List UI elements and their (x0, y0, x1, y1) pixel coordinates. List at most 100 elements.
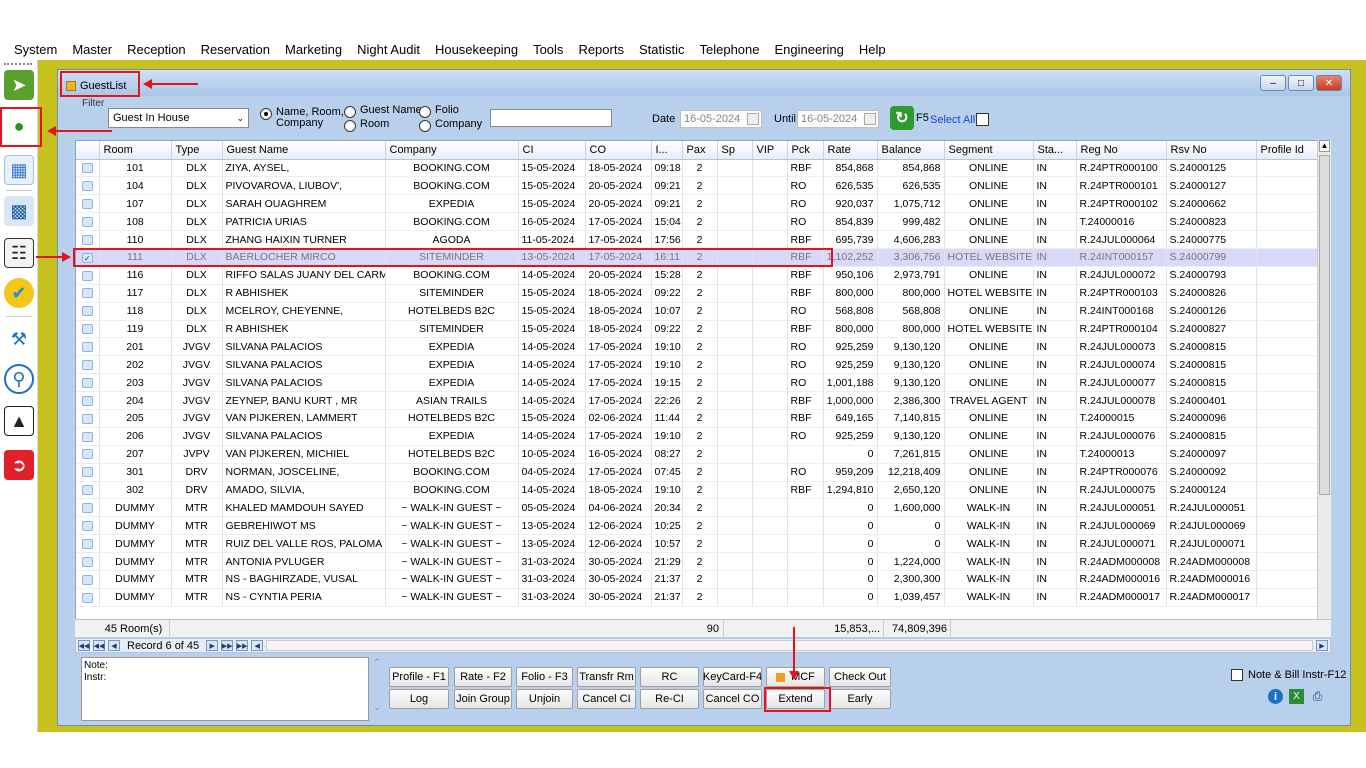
excel-export-icon[interactable]: X (1289, 689, 1304, 704)
row-select-cell[interactable] (76, 552, 100, 571)
menu-engineering[interactable]: Engineering (768, 42, 849, 57)
row-select-cell[interactable] (76, 463, 100, 482)
row-select-cell[interactable] (76, 320, 100, 339)
select-all-link[interactable]: Select All (930, 114, 975, 126)
table-row[interactable]: DUMMY MTR KHALED MAMDOUH SAYED ~ WALK-IN GU… (76, 498, 1330, 518)
date-until-field[interactable]: 16-05-2024 (797, 110, 879, 128)
row-checkbox-icon[interactable] (81, 216, 93, 227)
refresh-button[interactable]: ↻ (890, 106, 914, 130)
column-header[interactable]: Sp (717, 141, 753, 160)
table-row[interactable]: 203 JVGV SILVANA PALACIOS EXPEDIA 14-05-2024… (76, 373, 1330, 393)
row-checkbox-icon[interactable] (81, 503, 93, 514)
exit-icon[interactable]: ➲ (4, 450, 34, 480)
scroll-left-icon[interactable]: ◀ (251, 640, 264, 651)
select-all-checkbox[interactable] (976, 113, 989, 126)
row-select-cell[interactable] (76, 159, 100, 178)
row-checkbox-icon[interactable] (81, 377, 93, 388)
row-select-cell[interactable] (76, 302, 100, 321)
keycard-f4-button[interactable]: KeyCard-F4 (703, 667, 762, 687)
table-row[interactable]: 301 DRV NORMAN, JOSCELINE, BOOKING.COM 04-05… (76, 463, 1330, 482)
table-row[interactable]: 107 DLX SARAH OUAGHREM EXPEDIA 15-05-2024 20-… (76, 194, 1330, 214)
row-select-cell[interactable] (76, 391, 100, 410)
table-row[interactable]: 101 DLX ZIYA, AYSEL, BOOKING.COM 15-05-2024 1… (76, 159, 1330, 178)
table-row[interactable]: 205 JVGV VAN PIJKEREN, LAMMERT HOTELBEDS B2… (76, 409, 1330, 428)
row-select-cell[interactable] (76, 409, 100, 428)
row-select-cell[interactable] (76, 176, 100, 196)
vertical-scrollbar[interactable]: ▲ (1317, 140, 1331, 637)
column-header[interactable]: Rsv No (1166, 141, 1257, 160)
column-header[interactable]: Company (385, 141, 519, 160)
print-icon[interactable]: ⎙ (1310, 689, 1325, 704)
floor-plan-icon[interactable]: ▦ (4, 155, 34, 185)
table-row[interactable]: 119 DLX R ABHISHEK SITEMINDER 15-05-2024 18-0… (76, 320, 1330, 339)
scroll-down-icon[interactable]: ⌄ (371, 702, 383, 713)
row-select-cell[interactable] (76, 355, 100, 375)
row-checkbox-icon[interactable] (81, 592, 93, 603)
row-select-cell[interactable] (76, 266, 100, 285)
row-checkbox-icon[interactable] (81, 413, 93, 424)
calendar-icon[interactable]: ☷ (4, 238, 34, 268)
rc-button[interactable]: RC (640, 667, 699, 687)
log-button[interactable]: Log (389, 689, 449, 709)
table-row[interactable]: 110 DLX ZHANG HAIXIN TURNER AGODA 11-05-2024… (76, 230, 1330, 249)
transfr-rm-button[interactable]: Transfr Rm (577, 667, 636, 687)
walk-in-icon[interactable]: ➤ (4, 70, 34, 100)
column-header[interactable]: Reg No (1076, 141, 1167, 160)
row-checkbox-icon[interactable] (81, 288, 93, 299)
menu-marketing[interactable]: Marketing (279, 42, 348, 57)
re-ci-button[interactable]: Re-CI (640, 689, 699, 709)
row-checkbox-icon[interactable] (81, 431, 93, 442)
row-select-cell[interactable] (76, 427, 100, 446)
table-row[interactable]: 201 JVGV SILVANA PALACIOS EXPEDIA 14-05-2024… (76, 337, 1330, 357)
column-header[interactable]: Rate (823, 141, 878, 160)
menu-housekeeping[interactable]: Housekeeping (429, 42, 524, 57)
maximize-button[interactable]: □ (1288, 75, 1314, 91)
engineering-icon[interactable]: ⚒ (4, 324, 34, 354)
table-row[interactable]: 108 DLX PATRICIA URIAS BOOKING.COM 16-05-202… (76, 212, 1330, 232)
table-row[interactable]: 207 JVPV VAN PIJKEREN, MICHIEL HOTELBEDS B2… (76, 445, 1330, 464)
row-checkbox-icon[interactable] (81, 306, 93, 317)
close-button[interactable]: ✕ (1316, 75, 1342, 91)
folio-f3-button[interactable]: Folio - F3 (516, 667, 573, 687)
statistics-icon[interactable]: ▲ (4, 406, 34, 436)
check-out-button[interactable]: Check Out (829, 667, 891, 687)
menu-night-audit[interactable]: Night Audit (351, 42, 426, 57)
row-select-cell[interactable] (76, 284, 100, 303)
profile-f1-button[interactable]: Profile - F1 (389, 667, 449, 687)
menu-help[interactable]: Help (853, 42, 892, 57)
row-select-cell[interactable] (76, 230, 100, 249)
table-row[interactable]: 117 DLX R ABHISHEK SITEMINDER 15-05-2024 18-0… (76, 284, 1330, 303)
join-group-button[interactable]: Join Group (454, 689, 512, 709)
row-checkbox-icon[interactable] (81, 234, 93, 245)
column-header[interactable] (76, 141, 100, 160)
table-row[interactable]: 116 DLX RIFFO SALAS JUANY DEL CARMEN BOOKIN… (76, 266, 1330, 285)
radio-guest-name[interactable]: Guest Name (344, 105, 422, 118)
menu-reports[interactable]: Reports (572, 42, 630, 57)
row-checkbox-icon[interactable] (81, 520, 93, 531)
column-header[interactable]: CO (585, 141, 652, 160)
menu-tools[interactable]: Tools (527, 42, 569, 57)
table-row[interactable]: DUMMY MTR NS - CYNTIA PERIA ~ WALK-IN GUEST… (76, 588, 1330, 607)
room-status-icon[interactable]: ▩ (4, 196, 34, 226)
radio-name-room-company[interactable]: Name, Room, Company (260, 107, 344, 129)
filter-select[interactable]: Guest In House ⌄ (108, 108, 249, 128)
rate-f2-button[interactable]: Rate - F2 (454, 667, 512, 687)
row-select-cell[interactable] (76, 516, 100, 536)
info-icon[interactable]: i (1268, 689, 1283, 704)
column-header[interactable]: Guest Name (222, 141, 386, 160)
horizontal-scrollbar[interactable] (266, 640, 1313, 651)
row-checkbox-icon[interactable] (81, 324, 93, 335)
radio-folio[interactable]: Folio (419, 105, 459, 118)
table-row[interactable]: DUMMY MTR RUIZ DEL VALLE ROS, PALOMA MS ~ W… (76, 534, 1330, 554)
row-select-cell[interactable] (76, 373, 100, 393)
menu-telephone[interactable]: Telephone (693, 42, 765, 57)
menu-reservation[interactable]: Reservation (195, 42, 276, 57)
column-header[interactable]: Segment (944, 141, 1034, 160)
row-checkbox-icon[interactable] (81, 556, 93, 567)
row-select-cell[interactable] (76, 445, 100, 464)
table-row[interactable]: 118 DLX MCELROY, CHEYENNE, HOTELBEDS B2C 15-… (76, 302, 1330, 321)
row-checkbox-icon[interactable] (81, 449, 93, 460)
cancel-ci-button[interactable]: Cancel CI (577, 689, 636, 709)
scroll-up-icon[interactable]: ⌃ (371, 657, 383, 668)
column-header[interactable]: Balance (877, 141, 945, 160)
